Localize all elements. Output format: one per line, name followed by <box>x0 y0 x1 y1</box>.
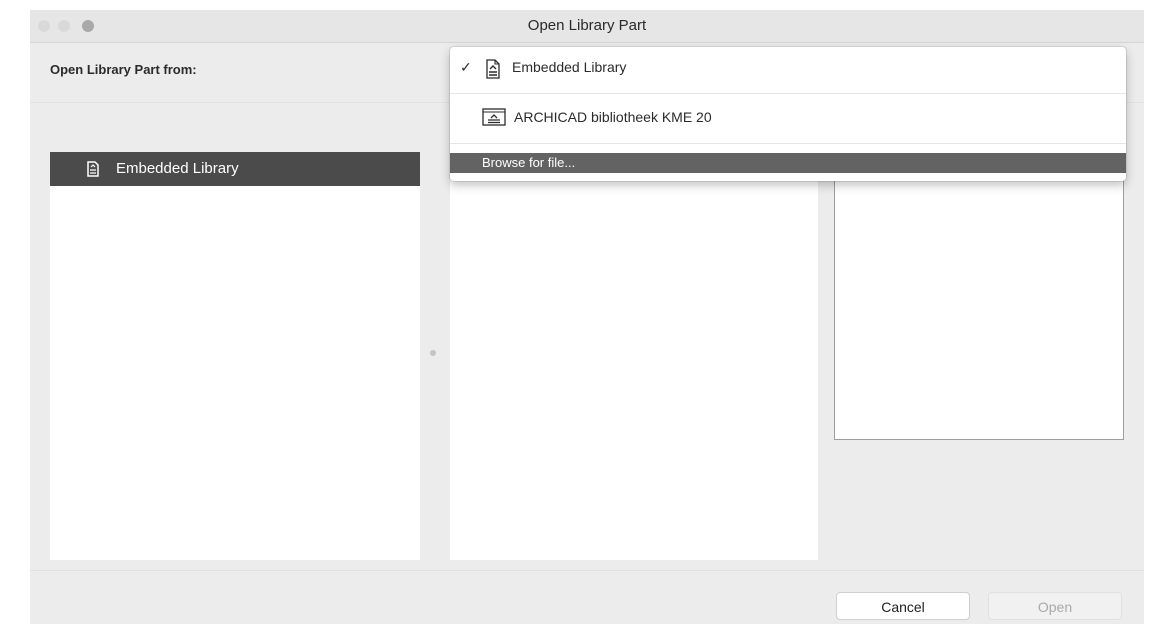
menu-divider <box>450 143 1126 144</box>
library-list-item-embedded[interactable]: Embedded Library <box>50 152 420 186</box>
title-bar: Open Library Part <box>30 10 1144 43</box>
cancel-button[interactable]: Cancel <box>836 592 970 620</box>
open-button[interactable]: Open <box>988 592 1122 620</box>
library-list: Embedded Library <box>50 152 420 560</box>
divider <box>30 570 1144 571</box>
library-document-icon <box>484 59 502 82</box>
document-icon <box>86 161 100 181</box>
menu-item-label: ARCHICAD bibliotheek KME 20 <box>514 109 712 125</box>
menu-item-label: Browse for file... <box>482 155 576 170</box>
library-folder-icon <box>482 107 506 130</box>
menu-item-browse-for-file[interactable]: Browse for file... <box>450 153 1126 173</box>
library-list-item-label: Embedded Library <box>116 160 239 177</box>
menu-divider <box>450 93 1126 94</box>
preview-panel <box>834 152 1124 440</box>
menu-item-archicad-library[interactable]: ARCHICAD bibliotheek KME 20 <box>450 97 1126 141</box>
source-label: Open Library Part from: <box>50 62 197 77</box>
menu-item-label: Embedded Library <box>512 59 627 75</box>
library-contents-panel <box>450 152 818 560</box>
library-source-dropdown-menu: ✓ Embedded Library ARCHICAD bibliotheek … <box>450 47 1126 181</box>
menu-item-embedded-library[interactable]: ✓ Embedded Library <box>450 47 1126 89</box>
checkmark-icon: ✓ <box>460 59 472 75</box>
splitter-handle[interactable] <box>430 350 436 356</box>
window-title: Open Library Part <box>527 17 647 34</box>
